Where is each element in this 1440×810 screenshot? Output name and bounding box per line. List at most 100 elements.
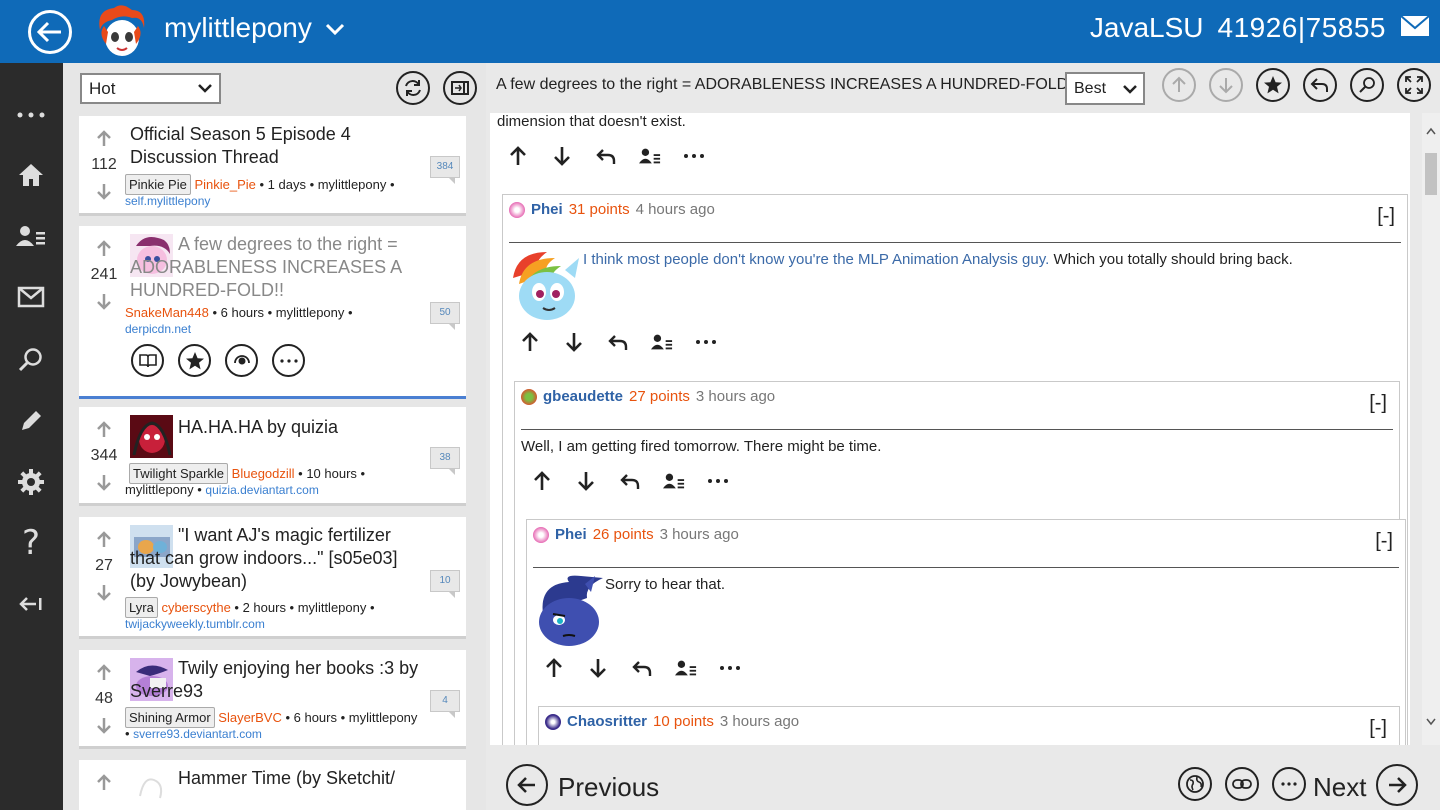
save-button[interactable] — [178, 344, 211, 377]
reply-button[interactable] — [619, 470, 641, 492]
comment-count[interactable]: 50 — [430, 302, 460, 330]
list-item[interactable]: Hammer Time (by Sketchit/ — [79, 760, 466, 810]
arrow-down-icon[interactable] — [95, 583, 113, 601]
hide-button[interactable] — [225, 344, 258, 377]
post-title[interactable]: Hammer Time (by Sketchit/ — [178, 767, 422, 790]
domain[interactable]: derpicdn.net — [125, 322, 191, 336]
arrow-down-icon[interactable] — [95, 716, 113, 734]
author[interactable]: Bluegodzill — [232, 466, 295, 481]
upvote-button[interactable] — [519, 331, 541, 353]
refresh-button[interactable] — [396, 71, 430, 105]
pencil-icon[interactable] — [13, 403, 49, 439]
downvote-button[interactable] — [551, 145, 573, 167]
post-title[interactable]: Official Season 5 Episode 4 Discussion T… — [130, 123, 422, 169]
chevron-down-icon[interactable] — [324, 22, 346, 41]
domain[interactable]: twijackyweekly.tumblr.com — [125, 617, 265, 631]
sort-dropdown[interactable]: Hot — [80, 73, 221, 104]
author[interactable]: SnakeMan448 — [125, 305, 209, 320]
comment-author[interactable]: Phei — [555, 526, 587, 543]
comment-count[interactable]: 4 — [430, 690, 460, 718]
collapse-toggle[interactable]: [-] — [1375, 530, 1393, 553]
previous-button[interactable] — [506, 764, 548, 806]
collapse-pane-icon[interactable] — [13, 586, 49, 622]
previous-label[interactable]: Previous — [558, 772, 659, 803]
upvote-button[interactable] — [543, 657, 565, 679]
list-item[interactable]: 48 Twily enjoying her books :3 by Sverre… — [79, 650, 466, 749]
mail-icon[interactable] — [13, 279, 49, 315]
open-link-button[interactable] — [131, 344, 164, 377]
save-post-button[interactable] — [1256, 68, 1290, 102]
arrow-down-icon[interactable] — [95, 473, 113, 491]
comment-author[interactable]: Phei — [531, 201, 563, 218]
help-icon[interactable]: ? — [13, 523, 49, 563]
search-icon[interactable] — [13, 342, 49, 378]
arrow-up-icon[interactable] — [95, 130, 113, 148]
user-button[interactable] — [675, 657, 697, 679]
arrow-down-icon[interactable] — [95, 182, 113, 200]
comment-sort-dropdown[interactable]: Best — [1065, 72, 1145, 105]
scrollbar-thumb[interactable] — [1425, 153, 1437, 195]
downvote-button[interactable] — [587, 657, 609, 679]
comment-author[interactable]: Chaosritter — [567, 713, 647, 730]
arrow-up-icon[interactable] — [95, 774, 113, 792]
user-button[interactable] — [639, 145, 661, 167]
more-icon[interactable] — [13, 97, 49, 133]
post-title[interactable]: "I want AJ's magic fertilizer that can g… — [130, 524, 422, 593]
more-button[interactable] — [707, 470, 729, 492]
browser-button[interactable] — [1178, 767, 1212, 801]
reply-button[interactable] — [607, 331, 629, 353]
more-button[interactable] — [719, 657, 741, 679]
list-item[interactable]: 112 Official Season 5 Episode 4 Discussi… — [79, 116, 466, 216]
subreddit-title[interactable]: mylittlepony — [164, 12, 312, 44]
scrollbar[interactable] — [1422, 113, 1440, 745]
author[interactable]: Pinkie_Pie — [194, 177, 255, 192]
fullscreen-button[interactable] — [1397, 68, 1431, 102]
back-button[interactable] — [28, 10, 72, 54]
reply-button[interactable] — [631, 657, 653, 679]
collapse-toggle[interactable]: [-] — [1369, 717, 1387, 740]
comment-count[interactable]: 384 — [430, 156, 460, 184]
mail-icon[interactable] — [1400, 12, 1430, 44]
list-item[interactable]: 241 A few degrees to the right = ADORABL… — [79, 226, 466, 396]
comment-count[interactable]: 38 — [430, 447, 460, 475]
open-pane-button[interactable] — [443, 71, 477, 105]
post-title[interactable]: A few degrees to the right = ADORABLENES… — [130, 233, 422, 302]
comment-author[interactable]: gbeaudette — [543, 388, 623, 405]
upvote-button[interactable] — [507, 145, 529, 167]
username[interactable]: JavaLSU — [1090, 12, 1204, 44]
profile-icon[interactable] — [13, 218, 49, 254]
upvote-button[interactable] — [531, 470, 553, 492]
home-icon[interactable] — [13, 157, 49, 193]
search-comments-button[interactable] — [1350, 68, 1384, 102]
user-button[interactable] — [651, 331, 673, 353]
reply-button[interactable] — [595, 145, 617, 167]
author[interactable]: SlayerBVC — [218, 710, 282, 725]
domain[interactable]: self.mylittlepony — [125, 194, 210, 208]
downvote-button[interactable] — [563, 331, 585, 353]
domain[interactable]: quizia.deviantart.com — [205, 483, 318, 497]
downvote-post-button[interactable] — [1209, 68, 1243, 102]
post-title[interactable]: HA.HA.HA by quizia — [178, 416, 422, 439]
list-item[interactable]: 27 "I want AJ's magic fertilizer that ca… — [79, 517, 466, 639]
gear-icon[interactable] — [13, 464, 49, 500]
comment-count[interactable]: 10 — [430, 570, 460, 598]
user-button[interactable] — [663, 470, 685, 492]
downvote-button[interactable] — [575, 470, 597, 492]
upvote-post-button[interactable] — [1162, 68, 1196, 102]
more-button[interactable] — [695, 331, 717, 353]
domain[interactable]: sverre93.deviantart.com — [133, 727, 262, 741]
arrow-up-icon[interactable] — [95, 240, 113, 258]
collapse-toggle[interactable]: [-] — [1369, 392, 1387, 415]
thumbnail[interactable] — [130, 766, 173, 809]
comment-link[interactable]: I think most people don't know you're th… — [583, 251, 1049, 268]
author[interactable]: cyberscythe — [161, 600, 230, 615]
arrow-up-icon[interactable] — [95, 664, 113, 682]
arrow-up-icon[interactable] — [95, 421, 113, 439]
thumbnail[interactable] — [130, 415, 173, 458]
next-label[interactable]: Next — [1313, 772, 1366, 803]
reply-post-button[interactable] — [1303, 68, 1337, 102]
collapse-toggle[interactable]: [-] — [1377, 205, 1395, 228]
more-button[interactable] — [683, 145, 705, 167]
list-item[interactable]: 344 HA.HA.HA by quizia Twilight Sparkle … — [79, 407, 466, 506]
arrow-down-icon[interactable] — [95, 292, 113, 310]
